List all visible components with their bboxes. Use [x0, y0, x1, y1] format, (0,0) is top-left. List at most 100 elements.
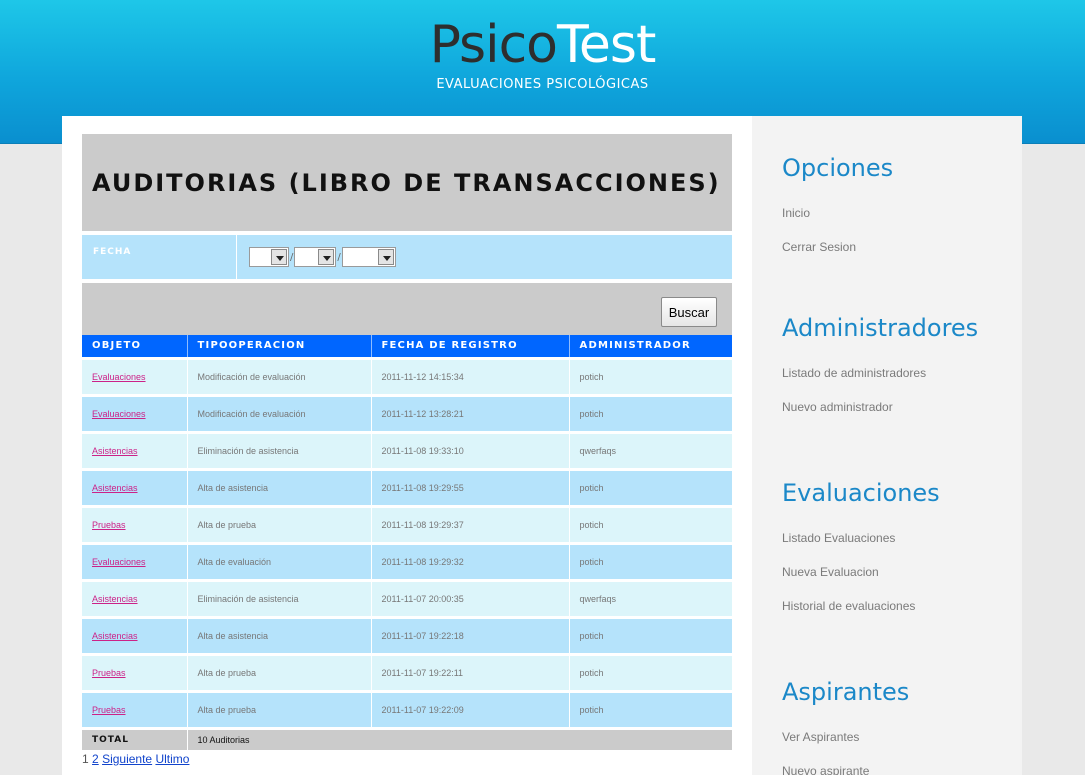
cell-fecha-registro: 2011-11-08 19:29:37	[371, 504, 570, 543]
cell-administrador: potich	[569, 393, 732, 432]
sidebar-section: Administradores Listado de administradore…	[782, 314, 1022, 434]
cell-fecha-registro: 2011-11-12 13:28:21	[371, 393, 570, 432]
cell-administrador: qwerfaqs	[569, 578, 732, 617]
table-row: Pruebas Alta de prueba 2011-11-07 19:22:09…	[82, 689, 732, 728]
sidebar-menu: Listado de administradores Nuevo administ…	[782, 366, 1022, 434]
sidebar-menu-item[interactable]: Nuevo administrador	[782, 400, 1022, 434]
objeto-link[interactable]: Pruebas	[92, 520, 126, 530]
day-select[interactable]	[249, 247, 289, 267]
cell-administrador: potich	[569, 615, 732, 654]
date-filter-row: FECHA / /	[82, 235, 732, 279]
objeto-link[interactable]: Evaluaciones	[92, 372, 146, 382]
sidebar-section-title: Administradores	[782, 314, 979, 342]
sidebar-menu-item[interactable]: Inicio	[782, 206, 1022, 240]
site-logo[interactable]: PsicoTest	[0, 14, 1085, 76]
cell-fecha-registro: 2011-11-08 19:33:10	[371, 430, 570, 469]
audit-table: OBJETO TIPOOPERACION FECHA DE REGISTRO A…	[82, 335, 732, 750]
sidebar-menu-item[interactable]: Ver Aspirantes	[782, 730, 1022, 764]
column-header-administrador[interactable]: ADMINISTRADOR	[569, 335, 732, 358]
sidebar-section: Opciones Inicio Cerrar Sesion	[782, 154, 1022, 274]
cell-objeto: Pruebas	[82, 652, 188, 691]
cell-objeto: Pruebas	[82, 504, 188, 543]
sidebar-menu: Inicio Cerrar Sesion	[782, 206, 1022, 274]
cell-administrador: potich	[569, 467, 732, 506]
cell-tipooperacion: Modificación de evaluación	[187, 356, 372, 395]
cell-objeto: Asistencias	[82, 467, 188, 506]
cell-tipooperacion: Alta de evaluación	[187, 541, 372, 580]
sidebar-section-title: Opciones	[782, 154, 894, 182]
cell-tipooperacion: Alta de prueba	[187, 504, 372, 543]
sidebar-menu-item[interactable]: Listado de administradores	[782, 366, 1022, 400]
pager-last-link[interactable]: Ultimo	[155, 752, 189, 766]
table-row: Asistencias Alta de asistencia 2011-11-08 …	[82, 467, 732, 506]
total-label: TOTAL	[82, 726, 188, 750]
cell-tipooperacion: Alta de prueba	[187, 652, 372, 691]
site-tagline: EVALUACIONES PSICOLÓGICAS	[436, 77, 649, 92]
search-button[interactable]: Buscar	[661, 297, 717, 327]
chevron-down-icon	[318, 249, 335, 265]
pager-current-page: 1	[82, 752, 89, 766]
objeto-link[interactable]: Evaluaciones	[92, 409, 146, 419]
sidebar-menu-item[interactable]: Listado Evaluaciones	[782, 531, 1022, 565]
objeto-link[interactable]: Asistencias	[92, 483, 138, 493]
sidebar-menu-item[interactable]: Historial de evaluaciones	[782, 599, 1022, 633]
sidebar-section-title: Evaluaciones	[782, 479, 940, 507]
cell-fecha-registro: 2011-11-08 19:29:32	[371, 541, 570, 580]
sidebar-section-title: Aspirantes	[782, 678, 910, 706]
column-header-fecha[interactable]: FECHA DE REGISTRO	[371, 335, 570, 358]
cell-objeto: Evaluaciones	[82, 356, 188, 395]
date-separator: /	[290, 251, 294, 263]
sidebar-menu-item[interactable]: Cerrar Sesion	[782, 240, 1022, 274]
table-row: Asistencias Alta de asistencia 2011-11-07 …	[82, 615, 732, 654]
date-separator: /	[337, 251, 341, 263]
cell-fecha-registro: 2011-11-08 19:29:55	[371, 467, 570, 506]
table-row: Evaluaciones Modificación de evaluación 20…	[82, 393, 732, 432]
cell-tipooperacion: Alta de asistencia	[187, 615, 372, 654]
sidebar-menu-item[interactable]: Nueva Evaluacion	[782, 565, 1022, 599]
objeto-link[interactable]: Pruebas	[92, 668, 126, 678]
cell-objeto: Asistencias	[82, 578, 188, 617]
cell-objeto: Asistencias	[82, 430, 188, 469]
pager-page-2-link[interactable]: 2	[92, 752, 99, 766]
cell-fecha-registro: 2011-11-07 19:22:11	[371, 652, 570, 691]
page-title-box: AUDITORIAS (LIBRO DE TRANSACCIONES)	[82, 134, 732, 231]
objeto-link[interactable]: Asistencias	[92, 631, 138, 641]
cell-tipooperacion: Eliminación de asistencia	[187, 578, 372, 617]
cell-administrador: potich	[569, 356, 732, 395]
objeto-link[interactable]: Evaluaciones	[92, 557, 146, 567]
table-row: Evaluaciones Modificación de evaluación 20…	[82, 356, 732, 395]
cell-administrador: potich	[569, 504, 732, 543]
month-select[interactable]	[294, 247, 337, 267]
sidebar-menu: Listado Evaluaciones Nueva Evaluacion Hist…	[782, 531, 1022, 633]
page-container: AUDITORIAS (LIBRO DE TRANSACCIONES) FECH…	[62, 116, 1022, 775]
chevron-down-icon	[271, 249, 287, 265]
pager-next-link[interactable]: Siguiente	[102, 752, 152, 766]
cell-objeto: Pruebas	[82, 689, 188, 728]
pagination: 1 2 Siguiente Ultimo	[82, 750, 732, 766]
cell-fecha-registro: 2011-11-07 19:22:09	[371, 689, 570, 728]
objeto-link[interactable]: Asistencias	[92, 446, 138, 456]
cell-administrador: qwerfaqs	[569, 430, 732, 469]
main-content: AUDITORIAS (LIBRO DE TRANSACCIONES) FECH…	[82, 134, 732, 766]
cell-administrador: potich	[569, 689, 732, 728]
cell-administrador: potich	[569, 541, 732, 580]
cell-tipooperacion: Modificación de evaluación	[187, 393, 372, 432]
cell-administrador: potich	[569, 652, 732, 691]
objeto-link[interactable]: Pruebas	[92, 705, 126, 715]
cell-objeto: Evaluaciones	[82, 393, 188, 432]
sidebar: Opciones Inicio Cerrar Sesion Administrador…	[752, 116, 1022, 775]
column-header-objeto[interactable]: OBJETO	[82, 335, 188, 358]
total-value: 10 Auditorias	[187, 726, 732, 750]
year-select[interactable]	[341, 247, 396, 267]
table-row: Pruebas Alta de prueba 2011-11-08 19:29:37…	[82, 504, 732, 543]
table-row: Asistencias Eliminación de asistencia 2011…	[82, 578, 732, 617]
column-header-tipooperacion[interactable]: TIPOOPERACION	[187, 335, 372, 358]
cell-tipooperacion: Alta de asistencia	[187, 467, 372, 506]
cell-tipooperacion: Eliminación de asistencia	[187, 430, 372, 469]
sidebar-menu-item[interactable]: Nuevo aspirante	[782, 764, 1022, 775]
cell-fecha-registro: 2011-11-07 20:00:35	[371, 578, 570, 617]
table-total-row: TOTAL 10 Auditorias	[82, 726, 732, 750]
table-row: Evaluaciones Alta de evaluación 2011-11-08…	[82, 541, 732, 580]
sidebar-section: Evaluaciones Listado Evaluaciones Nueva Ev…	[782, 479, 1022, 633]
objeto-link[interactable]: Asistencias	[92, 594, 138, 604]
